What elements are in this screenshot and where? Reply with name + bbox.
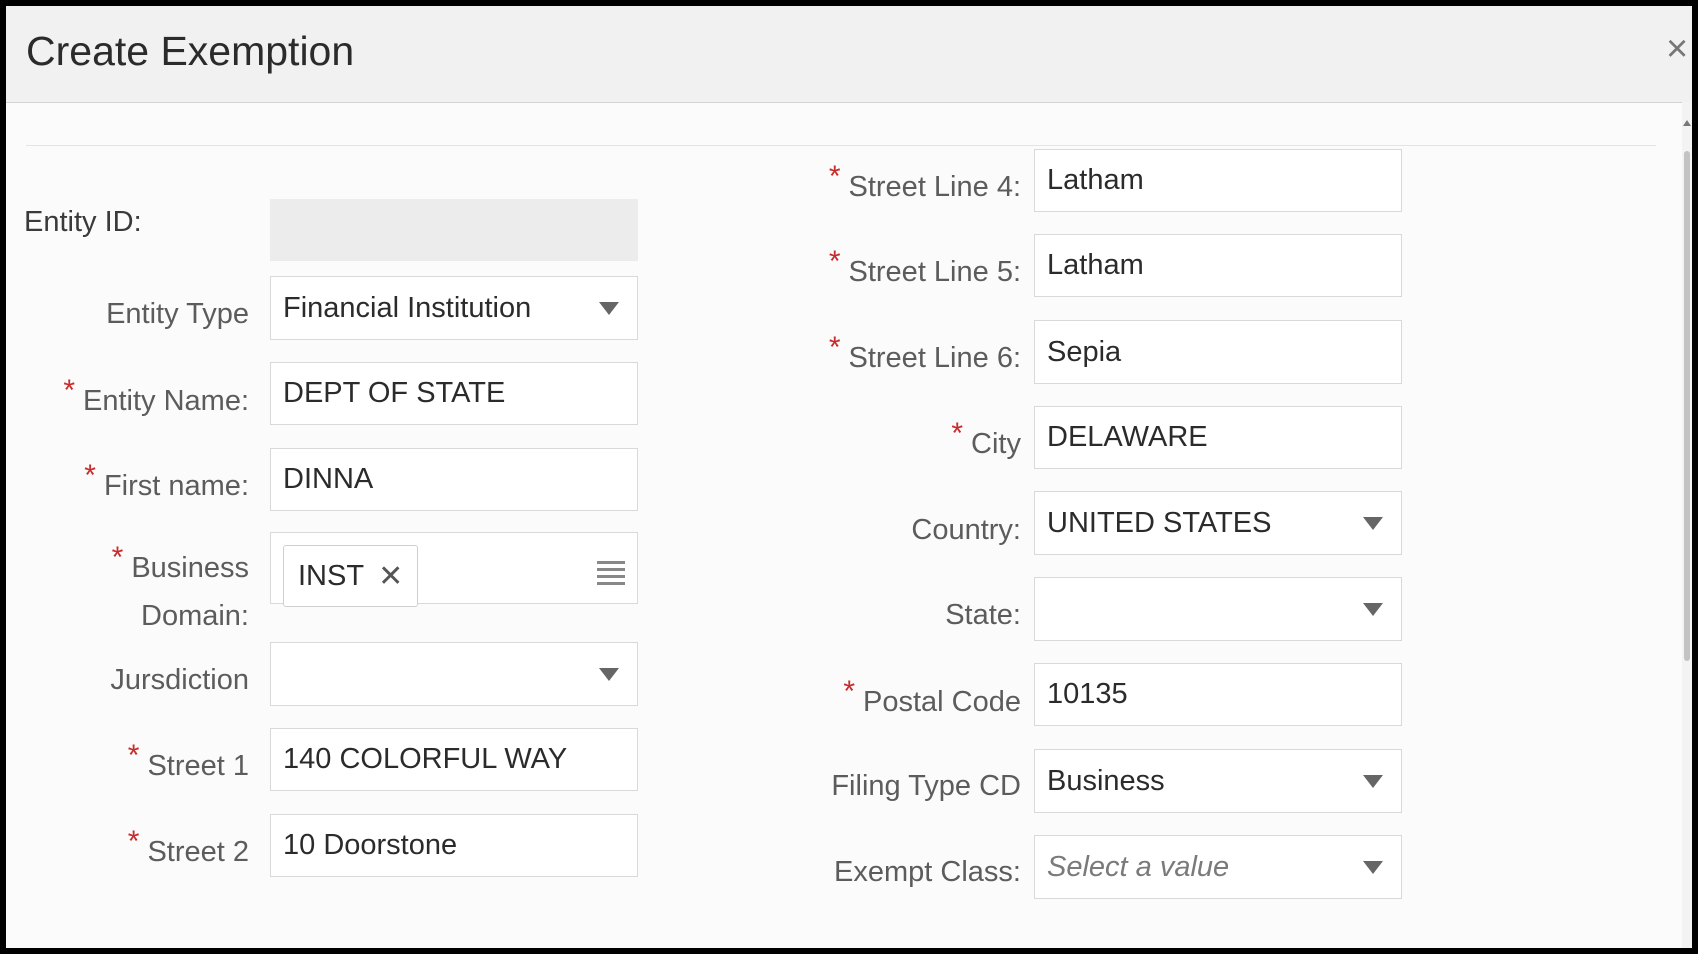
entity-type-value: Financial Institution <box>283 291 532 324</box>
first-name-input[interactable]: DINNA <box>270 448 638 511</box>
street4-label-text: Street Line 4: <box>848 171 1022 203</box>
street5-label: * Street Line 5: <box>829 245 1022 289</box>
entity-id-field <box>270 199 638 261</box>
state-select[interactable] <box>1034 577 1402 641</box>
business-domain-chip: INST ✕ <box>283 545 419 607</box>
required-marker: * <box>843 675 855 708</box>
required-marker: * <box>127 825 140 858</box>
first-name-label-text: First name: <box>103 470 249 502</box>
entity-type-label: Entity Type <box>106 298 249 331</box>
chevron-down-icon <box>599 668 619 681</box>
required-marker: * <box>127 739 140 772</box>
city-label: * City <box>951 417 1021 461</box>
remove-chip-icon[interactable]: ✕ <box>378 559 403 594</box>
filing-type-label: Filing Type CD <box>831 770 1021 802</box>
chevron-down-icon <box>1363 775 1383 788</box>
entity-id-label: Entity ID: <box>24 206 142 238</box>
filing-type-select[interactable]: Business <box>1034 749 1402 813</box>
chevron-down-icon <box>1363 517 1383 530</box>
city-input[interactable]: DELAWARE <box>1034 406 1402 469</box>
required-marker: * <box>63 374 75 407</box>
first-name-label: * First name: <box>84 459 249 503</box>
business-domain-label-line1: Business <box>131 552 249 584</box>
street4-label: * Street Line 4: <box>829 160 1022 204</box>
create-exemption-dialog: Create Exemption × Entity ID: Entity Typ… <box>6 6 1692 948</box>
street2-label-text: Street 2 <box>147 836 249 868</box>
street6-label: * Street Line 6: <box>829 331 1022 375</box>
filing-type-value: Business <box>1047 764 1165 797</box>
business-domain-multiselect[interactable]: INST ✕ <box>270 532 638 607</box>
entity-type-select[interactable]: Financial Institution <box>270 276 638 340</box>
required-marker: * <box>84 459 96 492</box>
chip-label: INST <box>298 559 365 592</box>
street5-input[interactable]: Latham <box>1034 234 1402 297</box>
required-marker: * <box>951 417 964 450</box>
scrollbar-thumb[interactable] <box>1684 151 1690 661</box>
chevron-down-icon <box>1363 861 1383 874</box>
exempt-class-placeholder: Select a value <box>1047 850 1230 883</box>
street2-input[interactable]: 10 Doorstone <box>270 814 638 877</box>
city-label-text: City <box>971 428 1021 460</box>
dialog-header: Create Exemption × <box>6 6 1692 103</box>
exempt-class-select[interactable]: Select a value <box>1034 835 1402 899</box>
postal-code-input[interactable]: 10135 <box>1034 663 1402 726</box>
exempt-class-label: Exempt Class: <box>834 856 1021 888</box>
postal-code-label: * Postal Code <box>843 675 1021 719</box>
street1-label-text: Street 1 <box>147 750 249 782</box>
street6-label-text: Street Line 6: <box>848 342 1022 374</box>
postal-code-label-text: Postal Code <box>863 686 1021 718</box>
chevron-down-icon <box>599 302 619 315</box>
scroll-up-arrow-icon[interactable] <box>1683 120 1691 126</box>
entity-name-label: * Entity Name: <box>63 374 249 418</box>
street2-label: * Street 2 <box>128 825 249 869</box>
street1-label: * Street 1 <box>128 739 249 783</box>
country-select[interactable]: UNITED STATES <box>1034 491 1402 555</box>
entity-type-label-text: Entity Type <box>106 298 249 330</box>
list-icon[interactable] <box>597 561 625 585</box>
business-domain-label: * Business Domain: <box>111 541 249 640</box>
country-value: UNITED STATES <box>1047 506 1272 539</box>
entity-name-label-text: Entity Name: <box>83 385 249 417</box>
entity-name-input[interactable]: DEPT OF STATE <box>270 362 638 425</box>
chevron-down-icon <box>1363 603 1383 616</box>
street4-input[interactable]: Latham <box>1034 149 1402 212</box>
jurisdiction-label: Jursdiction <box>110 664 249 696</box>
required-marker: * <box>111 541 124 574</box>
state-label: State: <box>945 599 1021 631</box>
country-label: Country: <box>911 514 1021 546</box>
divider <box>26 145 1656 146</box>
street5-label-text: Street Line 5: <box>848 256 1022 288</box>
required-marker: * <box>828 331 841 364</box>
street6-input[interactable]: Sepia <box>1034 320 1402 384</box>
required-marker: * <box>828 160 841 193</box>
close-icon[interactable]: × <box>1666 30 1688 68</box>
dialog-title: Create Exemption <box>26 28 355 74</box>
business-domain-label-line2: Domain: <box>141 600 249 632</box>
required-marker: * <box>828 245 841 278</box>
street1-input[interactable]: 140 COLORFUL WAY <box>270 728 638 791</box>
jurisdiction-select[interactable] <box>270 642 638 706</box>
